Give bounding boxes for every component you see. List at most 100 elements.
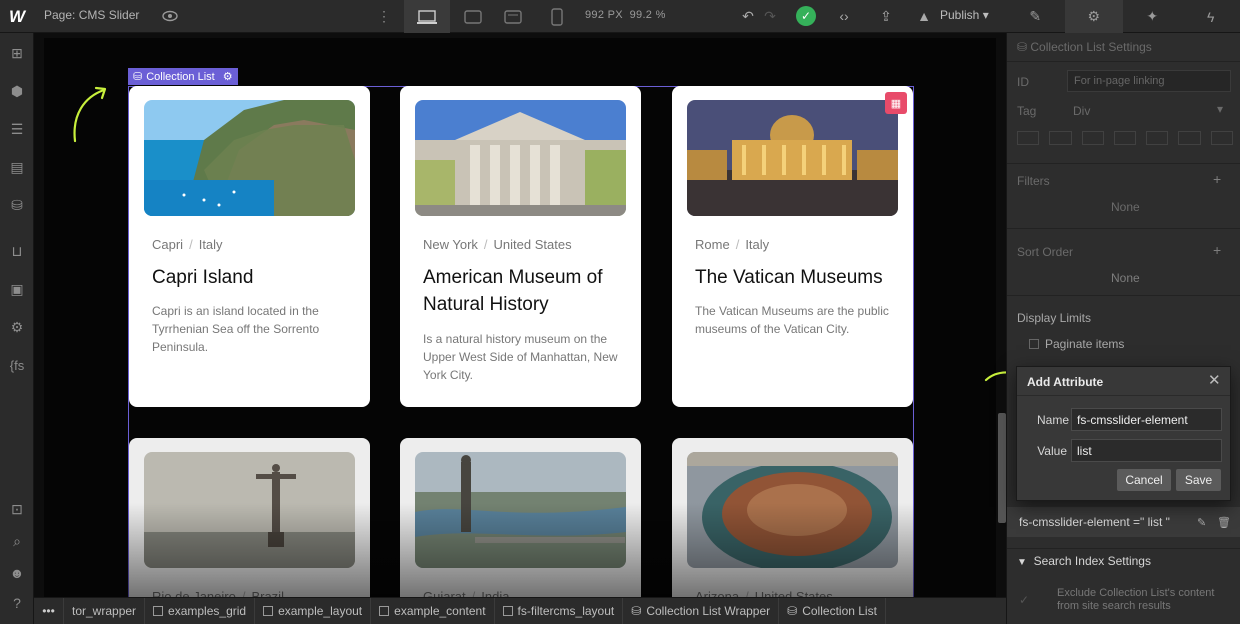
dialog-title: Add Attribute	[1027, 375, 1104, 389]
collection-item[interactable]: New York / United States American Museum o…	[400, 86, 641, 407]
chevron-down-icon: ▼	[1017, 557, 1027, 568]
interactions-icon[interactable]: ✦	[1123, 0, 1182, 33]
ecommerce-cart-icon[interactable]: ⊔	[7, 241, 27, 261]
settings-gear-icon[interactable]: ⚙	[1064, 0, 1123, 33]
add-sort-icon[interactable]: +	[1213, 242, 1221, 258]
trash-icon[interactable]: 🗑	[1217, 516, 1231, 529]
lightning-icon[interactable]: ϟ	[1182, 0, 1240, 33]
gujarat-image	[415, 452, 626, 568]
designer-canvas[interactable]: ⛁ Collection List ⚙ Capri / Italy Capri Is…	[34, 33, 1006, 597]
undo-icon[interactable]: ↶	[738, 6, 758, 26]
help-icon[interactable]: ?	[7, 593, 27, 613]
divider	[1007, 228, 1240, 229]
breadcrumb-item[interactable]: example_content	[371, 598, 495, 624]
code-icon[interactable]: ‹›	[834, 6, 854, 26]
page-label[interactable]: Page: CMS Slider	[44, 8, 139, 22]
collection-item[interactable]: Capri / Italy Capri Island Capri is an isl…	[129, 86, 370, 407]
more-options-icon[interactable]: ⋮	[377, 8, 391, 25]
export-icon[interactable]: ⇪	[876, 6, 896, 26]
tag-select[interactable]: Div	[1073, 104, 1090, 118]
users-icon[interactable]: ☻	[7, 563, 27, 583]
navigator-icon[interactable]: ☰	[7, 119, 27, 139]
panel-tabs: ✎ ⚙ ✦ ϟ	[1006, 0, 1240, 33]
collection-list-badge[interactable]: ⛁ Collection List ⚙	[128, 68, 238, 85]
add-filter-icon[interactable]: +	[1213, 171, 1221, 187]
card-description: Is a natural history museum on the Upper…	[423, 332, 618, 382]
collection-item[interactable]: Gujarat / India	[400, 438, 641, 597]
id-label: ID	[1017, 75, 1029, 89]
filters-label: Filters	[1017, 174, 1050, 188]
publish-icon[interactable]: ▲	[914, 6, 934, 26]
search-index-settings-toggle[interactable]: ▼ Search Index Settings	[1017, 554, 1151, 568]
breadcrumb-item[interactable]: ⛁ Collection List	[779, 598, 886, 624]
collection-item[interactable]: Rome / Italy The Vatican Museums The Vatic…	[672, 86, 913, 407]
div-block-icon	[502, 606, 513, 616]
canvas-scrollbar[interactable]	[998, 413, 1006, 523]
breadcrumb-item[interactable]: fs-filtercms_layout	[495, 598, 624, 624]
breadcrumb-item[interactable]: examples_grid	[145, 598, 256, 624]
paginate-checkbox[interactable]: Paginate items	[1029, 337, 1124, 351]
layout-option[interactable]	[1178, 131, 1201, 145]
publish-button[interactable]: Publish ▾	[940, 8, 989, 22]
id-field[interactable]: For in-page linking	[1067, 70, 1231, 92]
add-element-icon[interactable]: ⊞	[7, 43, 27, 63]
breadcrumb-item[interactable]: ⛁ Collection List Wrapper	[623, 598, 780, 624]
layout-option[interactable]	[1210, 131, 1233, 145]
status-check-icon[interactable]: ✓	[796, 6, 816, 26]
tablet-portrait-icon[interactable]	[490, 0, 536, 33]
layout-option[interactable]	[1049, 131, 1072, 145]
custom-attribute-row[interactable]: fs-cmsslider-element =" list " ✎ 🗑	[1007, 507, 1240, 537]
assets-icon[interactable]: ▣	[7, 279, 27, 299]
search-icon[interactable]: ⌕	[7, 531, 27, 551]
chevron-down-icon[interactable]: ▾	[1217, 102, 1223, 116]
symbols-cube-icon[interactable]: ⬢	[7, 81, 27, 101]
cms-edit-icon[interactable]: ▦	[885, 92, 907, 114]
sort-order-value: None	[1111, 271, 1140, 285]
arizona-image	[687, 452, 898, 568]
breadcrumb-item[interactable]: example_layout	[255, 598, 372, 624]
collection-item[interactable]: Arizona / United States	[672, 438, 913, 597]
card-title: Capri Island	[152, 267, 254, 288]
layout-options[interactable]	[1017, 131, 1233, 149]
settings-icon[interactable]: ⚙	[7, 317, 27, 337]
attribute-name-input[interactable]: fs-cmsslider-element	[1071, 408, 1222, 431]
capri-image	[144, 100, 355, 216]
div-block-icon	[379, 606, 390, 616]
style-brush-icon[interactable]: ✎	[1006, 0, 1065, 33]
finsweet-fs-icon[interactable]: {fs	[7, 355, 27, 375]
vatican-image	[687, 100, 898, 216]
cancel-button[interactable]: Cancel	[1117, 469, 1171, 491]
redo-icon[interactable]: ↷	[760, 6, 780, 26]
card-location: Capri / Italy	[152, 237, 223, 252]
card-location: Arizona / United States	[695, 589, 833, 597]
dialog-header: Add Attribute ✕	[1017, 367, 1230, 396]
divider	[1007, 163, 1240, 164]
attribute-value-input[interactable]: list	[1071, 439, 1222, 462]
layout-option[interactable]	[1113, 131, 1137, 145]
value-label: Value	[1037, 444, 1067, 458]
breadcrumb-item[interactable]: tor_wrapper	[64, 598, 146, 624]
exclude-checkbox-icon[interactable]: ✓	[1019, 593, 1029, 607]
webflow-logo[interactable]: W	[0, 0, 34, 33]
edit-pencil-icon[interactable]: ✎	[1197, 516, 1206, 529]
desktop-breakpoint-icon[interactable]	[404, 0, 450, 33]
checkbox-box[interactable]	[1029, 339, 1039, 349]
save-button[interactable]: Save	[1176, 469, 1221, 491]
cms-database-icon[interactable]: ⛁	[7, 195, 27, 215]
div-block-icon	[263, 606, 274, 616]
panel-header[interactable]: ⛁ Collection List Settings	[1017, 40, 1152, 54]
preview-eye-icon[interactable]	[162, 9, 178, 23]
exclude-search-option[interactable]: Exclude Collection List's content from s…	[1057, 587, 1237, 613]
pages-icon[interactable]: ▤	[7, 157, 27, 177]
tag-label: Tag	[1017, 104, 1037, 118]
divider	[1007, 295, 1240, 296]
breadcrumb-more-icon[interactable]: •••	[34, 598, 64, 624]
layout-option[interactable]	[1146, 131, 1169, 145]
layout-option[interactable]	[1081, 131, 1104, 145]
close-icon[interactable]: ✕	[1208, 373, 1221, 388]
layout-option[interactable]	[1017, 131, 1040, 145]
badge-gear-icon[interactable]: ⚙	[223, 70, 233, 83]
collection-item[interactable]: Rio de Janeiro / Brazil	[129, 438, 370, 597]
mobile-icon[interactable]	[534, 0, 580, 33]
audit-icon[interactable]: ⊡	[7, 499, 27, 519]
